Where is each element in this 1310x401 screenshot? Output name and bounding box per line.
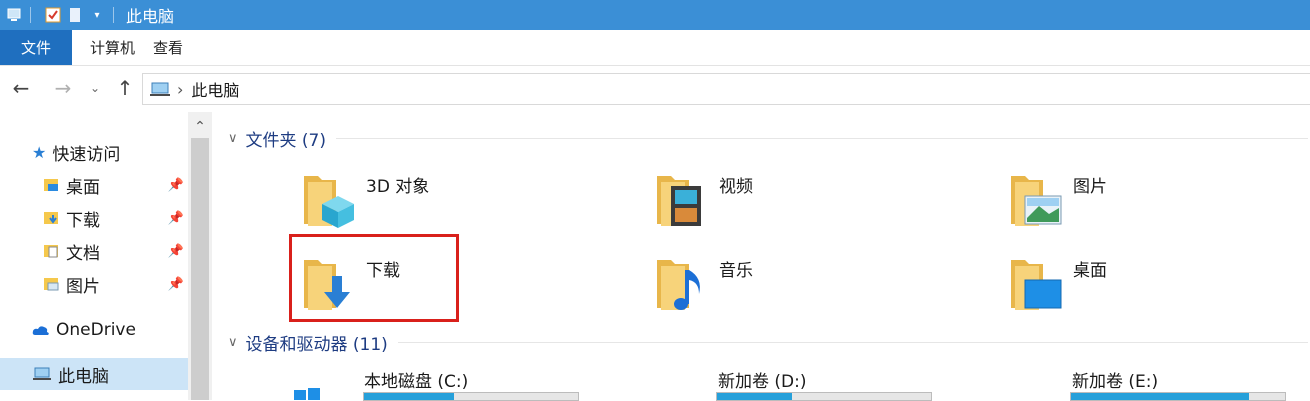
videos-folder-icon <box>655 170 711 232</box>
folder-pictures[interactable]: 图片 <box>1009 170 1310 240</box>
title-bar: ▾ 此电脑 <box>0 0 1310 30</box>
pin-icon[interactable]: 📌 <box>168 244 184 259</box>
drive-label-d[interactable]: 新加卷 (D:) <box>718 367 807 392</box>
toolbar-separator <box>30 7 31 23</box>
folder-label: 视频 <box>719 177 753 197</box>
navigation-bar: ← → ⌄ ↑ › 此电脑 <box>0 66 1310 110</box>
sidebar-item-label: 文档 <box>66 243 100 264</box>
tab-view[interactable]: 查看 <box>153 30 201 65</box>
folder-label: 3D 对象 <box>366 177 430 197</box>
windows-logo-icon <box>294 386 320 400</box>
drive-usage-fill <box>1071 393 1249 400</box>
highlight-box <box>289 234 459 322</box>
navigation-pane: ★ 快速访问 桌面 📌 下载 📌 文档 📌 图片 📌 OneDrive 此电脑 … <box>0 112 212 400</box>
chevron-down-icon: ∨ <box>228 334 238 350</box>
folder-3d-objects[interactable]: 3D 对象 <box>302 170 632 240</box>
sidebar-item-pictures[interactable]: 图片 📌 <box>0 268 188 300</box>
pin-icon[interactable]: 📌 <box>168 211 184 226</box>
folder-desktop[interactable]: 桌面 <box>1009 254 1310 324</box>
tab-computer[interactable]: 计算机 <box>72 30 153 65</box>
back-button[interactable]: ← <box>6 73 36 103</box>
3d-objects-folder-icon <box>302 170 358 232</box>
sidebar-item-quick-access[interactable]: ★ 快速访问 <box>0 136 188 168</box>
chevron-down-icon[interactable]: ▾ <box>89 7 105 23</box>
divider <box>336 137 1308 139</box>
address-bar[interactable]: › 此电脑 <box>142 73 1310 105</box>
sidebar-item-label: OneDrive <box>56 320 136 340</box>
divider <box>397 341 1308 343</box>
folder-label: 图片 <box>1073 177 1107 197</box>
tab-file[interactable]: 文件 <box>0 30 72 65</box>
sidebar-scrollbar[interactable]: ⌃ <box>188 112 212 400</box>
sidebar-item-label: 图片 <box>66 276 100 297</box>
sidebar-item-label: 下载 <box>66 210 100 231</box>
desktop-folder-icon <box>1009 254 1065 316</box>
download-folder-icon <box>44 211 60 225</box>
folders-group-header[interactable]: ∨ 文件夹 (7) <box>228 123 1308 153</box>
computer-icon <box>6 7 22 23</box>
sidebar-item-documents[interactable]: 文档 📌 <box>0 235 188 267</box>
sidebar-item-label: 此电脑 <box>58 366 109 387</box>
recent-locations-button[interactable]: ⌄ <box>80 73 110 103</box>
pictures-folder-icon <box>44 277 60 291</box>
toolbar-separator <box>113 7 114 23</box>
desktop-folder-icon <box>44 178 60 192</box>
documents-folder-icon <box>44 244 60 258</box>
drive-label-e[interactable]: 新加卷 (E:) <box>1072 367 1158 392</box>
folder-music[interactable]: 音乐 <box>655 254 985 324</box>
devices-group-header[interactable]: ∨ 设备和驱动器 (11) <box>228 327 1308 357</box>
cloud-icon <box>32 324 50 336</box>
breadcrumb[interactable]: 此电脑 <box>191 77 239 101</box>
scroll-thumb[interactable] <box>191 138 209 400</box>
sidebar-item-this-pc[interactable]: 此电脑 <box>0 358 188 390</box>
group-title: 设备和驱动器 (11) <box>245 334 388 355</box>
pictures-folder-icon <box>1009 170 1065 232</box>
pin-icon[interactable]: 📌 <box>168 178 184 193</box>
forward-button[interactable]: → <box>48 73 78 103</box>
ribbon-tabs: 文件 计算机 查看 <box>0 30 1310 66</box>
window-title: 此电脑 <box>126 7 175 26</box>
folder-label: 音乐 <box>719 261 753 281</box>
sidebar-item-desktop[interactable]: 桌面 📌 <box>0 169 188 201</box>
star-icon: ★ <box>32 142 47 162</box>
drive-usage-fill <box>364 393 454 400</box>
properties-icon[interactable] <box>45 7 61 23</box>
new-folder-icon[interactable] <box>67 7 83 23</box>
sidebar-item-label: 快速访问 <box>52 144 121 165</box>
sidebar-item-label: 桌面 <box>66 177 100 198</box>
group-title: 文件夹 (7) <box>245 130 326 151</box>
drive-label-c[interactable]: 本地磁盘 (C:) <box>364 367 468 392</box>
computer-icon <box>149 81 171 97</box>
pin-icon[interactable]: 📌 <box>168 277 184 292</box>
content-pane: ∨ 文件夹 (7) 3D 对象 视频 图片 下载 音乐 桌面 ∨ 设备和驱动器 … <box>214 112 1310 401</box>
up-button[interactable]: ↑ <box>110 73 140 103</box>
folder-label: 桌面 <box>1073 261 1107 281</box>
drive-usage-fill <box>717 393 792 400</box>
folder-videos[interactable]: 视频 <box>655 170 985 240</box>
music-folder-icon <box>655 254 711 316</box>
computer-icon <box>32 367 52 381</box>
sidebar-item-onedrive[interactable]: OneDrive <box>0 314 188 346</box>
chevron-down-icon: ∨ <box>228 130 238 146</box>
sidebar-item-downloads[interactable]: 下载 📌 <box>0 202 188 234</box>
breadcrumb-chevron-icon: › <box>177 79 184 99</box>
